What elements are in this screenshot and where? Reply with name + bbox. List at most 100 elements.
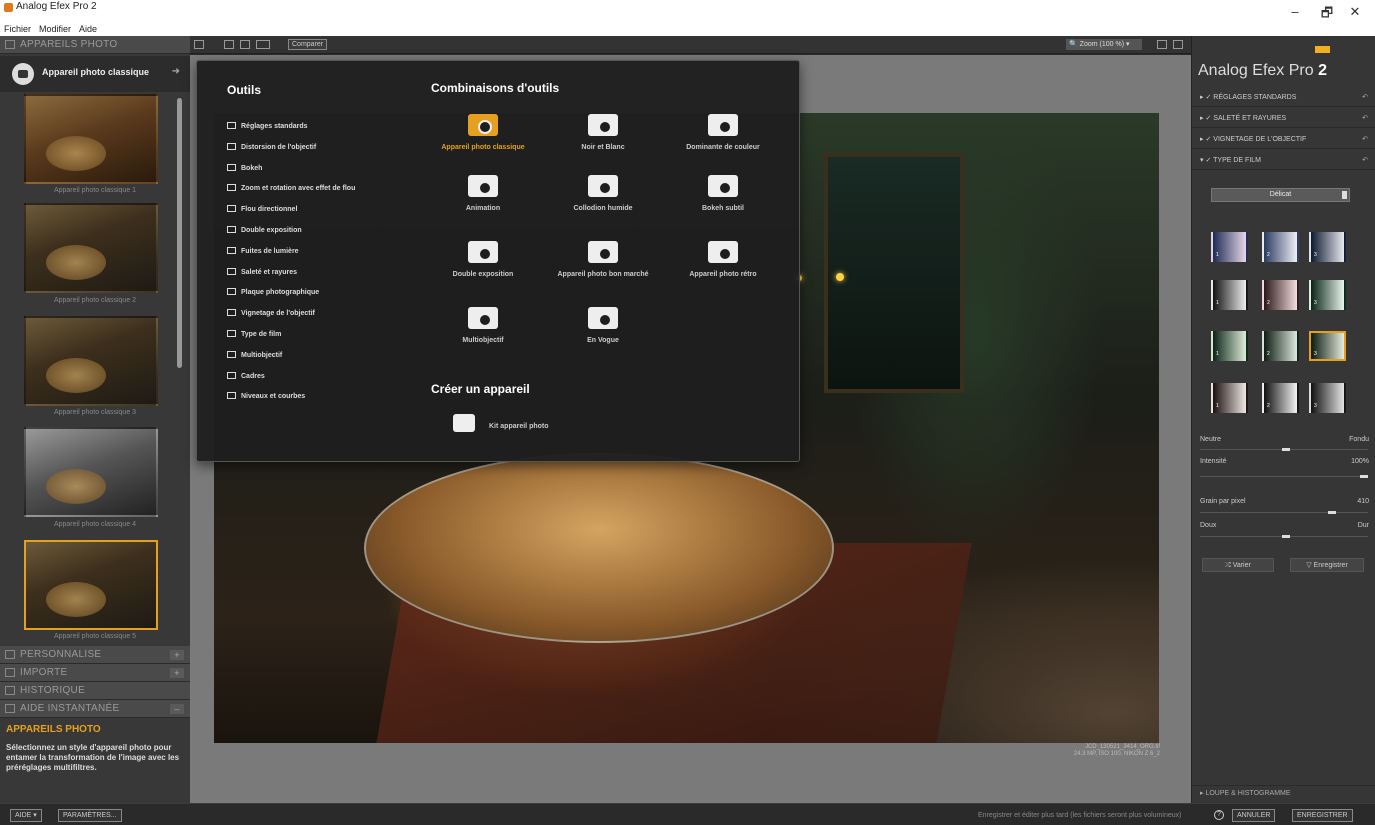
combo-item[interactable]: Collodion humide — [541, 175, 665, 212]
combo-item[interactable]: Noir et Blanc — [541, 114, 665, 151]
help-icon[interactable]: ? — [1214, 810, 1224, 820]
combo-item[interactable]: Animation — [421, 175, 545, 212]
tool-item[interactable]: Plaque photographique — [227, 288, 319, 302]
film-swatch[interactable]: 1 — [1211, 383, 1248, 413]
tool-label: Double exposition — [241, 227, 302, 234]
undo-icon[interactable]: ↶ — [1362, 109, 1368, 128]
compare-button[interactable]: Comparer — [288, 39, 328, 50]
add-icon[interactable]: + — [170, 668, 184, 678]
thumbnail-1[interactable] — [24, 94, 158, 184]
tool-item[interactable]: Distorsion de l'objectif — [227, 142, 316, 157]
filter-row[interactable]: ▸ ✓ SALETÉ ET RAYURES ↶ — [1192, 109, 1375, 128]
film-swatch[interactable]: 2 — [1262, 280, 1299, 310]
filter-row[interactable]: ▸ ✓ RÉGLAGES STANDARDS ↶ — [1192, 88, 1375, 107]
filter-toggle-icon[interactable]: ▾ ✓ — [1200, 157, 1213, 164]
loupe-toggle-icon[interactable] — [1173, 40, 1183, 49]
camera-selector[interactable]: Appareil photo classique ➜ — [0, 56, 190, 92]
undo-icon[interactable]: ↶ — [1362, 130, 1368, 149]
film-swatch[interactable]: 3 — [1309, 232, 1346, 262]
film-swatch[interactable]: 3 — [1309, 383, 1346, 413]
film-swatch[interactable]: 3 — [1309, 280, 1346, 310]
tool-item[interactable]: Fuites de lumière — [227, 246, 299, 261]
tool-item[interactable]: Vignetage de l'objectif — [227, 309, 315, 323]
camera-kit-label[interactable]: Kit appareil photo — [489, 423, 549, 430]
combo-item[interactable]: Double exposition — [421, 241, 545, 278]
tool-item[interactable]: Zoom et rotation avec effet de flou — [227, 184, 355, 198]
zoom-select[interactable]: 🔍 Zoom (100 %) ▾ — [1066, 39, 1142, 50]
section-historique[interactable]: HISTORIQUE — [0, 682, 190, 700]
thumbnail-scrollbar[interactable] — [177, 98, 182, 368]
combo-item[interactable]: Multiobjectif — [421, 307, 545, 344]
film-swatch[interactable]: 1 — [1211, 331, 1248, 361]
combo-label: Collodion humide — [573, 205, 633, 212]
combo-item[interactable]: En Vogue — [541, 307, 665, 344]
filter-toggle-icon[interactable]: ▸ ✓ — [1200, 115, 1213, 122]
section-aide-instantanee[interactable]: AIDE INSTANTANÉE – — [0, 700, 190, 718]
grain-label: Grain par pixel — [1200, 498, 1246, 505]
film-swatch[interactable]: 3 — [1309, 331, 1346, 361]
combo-item[interactable]: Appareil photo classique — [421, 114, 545, 151]
split-view-icon[interactable] — [240, 40, 250, 49]
minimize-icon[interactable]: – — [1285, 4, 1305, 19]
menu-modifier[interactable]: Modifier — [35, 22, 75, 36]
add-icon[interactable]: + — [170, 650, 184, 660]
combo-item[interactable]: Dominante de couleur — [661, 114, 785, 151]
close-icon[interactable]: ✕ — [1345, 4, 1365, 20]
grain-slider[interactable] — [1200, 511, 1368, 514]
save-recipe-button[interactable]: ▽ Enregistrer — [1290, 558, 1364, 572]
tool-item[interactable]: Flou directionnel — [227, 205, 297, 219]
single-view-icon[interactable] — [224, 40, 234, 49]
tool-item[interactable]: Saleté et rayures — [227, 267, 297, 282]
camera-kit-icon[interactable] — [453, 414, 475, 432]
tool-item[interactable]: Cadres — [227, 371, 265, 386]
thumbnail-3[interactable] — [24, 316, 158, 406]
tool-item[interactable]: Type de film — [227, 330, 281, 344]
thumbnail-5[interactable] — [24, 540, 158, 630]
varier-button[interactable]: ⤮ Varier — [1202, 558, 1274, 572]
filter-row[interactable]: ▾ ✓ TYPE DE FILM ↶ — [1192, 151, 1375, 170]
menu-aide[interactable]: Aide — [75, 22, 101, 36]
film-type-dropdown[interactable]: Délicat — [1211, 188, 1350, 202]
tool-item[interactable]: Réglages standards — [227, 122, 308, 136]
thumbnail-4[interactable] — [24, 427, 158, 517]
panel-toggle-icon[interactable] — [194, 40, 204, 49]
filter-row[interactable]: ▸ ✓ VIGNETAGE DE L'OBJECTIF ↶ — [1192, 130, 1375, 149]
loupe-histogram-row[interactable]: ▸ LOUPE & HISTOGRAMME — [1192, 785, 1375, 801]
side-by-side-icon[interactable] — [256, 40, 270, 49]
toggle-icon[interactable]: – — [170, 704, 184, 714]
aide-button[interactable]: AIDE ▾ — [10, 809, 42, 822]
undo-icon[interactable]: ↶ — [1362, 151, 1368, 170]
film-swatch[interactable]: 1 — [1211, 280, 1248, 310]
enregistrer-button[interactable]: ENREGISTRER — [1292, 809, 1353, 822]
film-swatch[interactable]: 2 — [1262, 383, 1299, 413]
cameras-header[interactable]: APPAREILS PHOTO — [0, 36, 190, 54]
combo-item[interactable]: Appareil photo bon marché — [541, 241, 665, 278]
thumbnail-2[interactable] — [24, 203, 158, 293]
left-sections: PERSONNALISE + IMPORTE + HISTORIQUE AIDE I… — [0, 646, 190, 718]
background-color-icon[interactable] — [1157, 40, 1167, 49]
save-later-text[interactable]: Enregistrer et éditer plus tard (les fic… — [978, 812, 1181, 819]
thumbnail-label: Appareil photo classique 1 — [53, 187, 137, 194]
section-importe[interactable]: IMPORTE + — [0, 664, 190, 682]
menu-fichier[interactable]: Fichier — [0, 22, 35, 36]
tool-item[interactable]: Niveaux et courbes — [227, 392, 305, 406]
tool-icon — [227, 371, 236, 379]
film-swatch[interactable]: 2 — [1262, 232, 1299, 262]
combo-item[interactable]: Bokeh subtil — [661, 175, 785, 212]
tool-item[interactable]: Double exposition — [227, 226, 302, 240]
filter-toggle-icon[interactable]: ▸ ✓ — [1200, 136, 1213, 143]
chevron-right-icon[interactable]: ➜ — [172, 66, 180, 77]
intensity-slider[interactable] — [1200, 475, 1368, 478]
tool-item[interactable]: Bokeh — [227, 163, 262, 178]
undo-icon[interactable]: ↶ — [1362, 88, 1368, 107]
parametres-button[interactable]: PARAMÈTRES... — [58, 809, 122, 822]
section-personnalise[interactable]: PERSONNALISE + — [0, 646, 190, 664]
neutral-fondu-slider[interactable] — [1200, 448, 1368, 451]
filter-toggle-icon[interactable]: ▸ ✓ — [1200, 94, 1213, 101]
film-swatch[interactable]: 2 — [1262, 331, 1299, 361]
annuler-button[interactable]: ANNULER — [1232, 809, 1276, 822]
doux-dur-slider[interactable] — [1200, 535, 1368, 538]
tool-item[interactable]: Multiobjectif — [227, 350, 282, 365]
film-swatch[interactable]: 1 — [1211, 232, 1248, 262]
combo-item[interactable]: Appareil photo rétro — [661, 241, 785, 278]
